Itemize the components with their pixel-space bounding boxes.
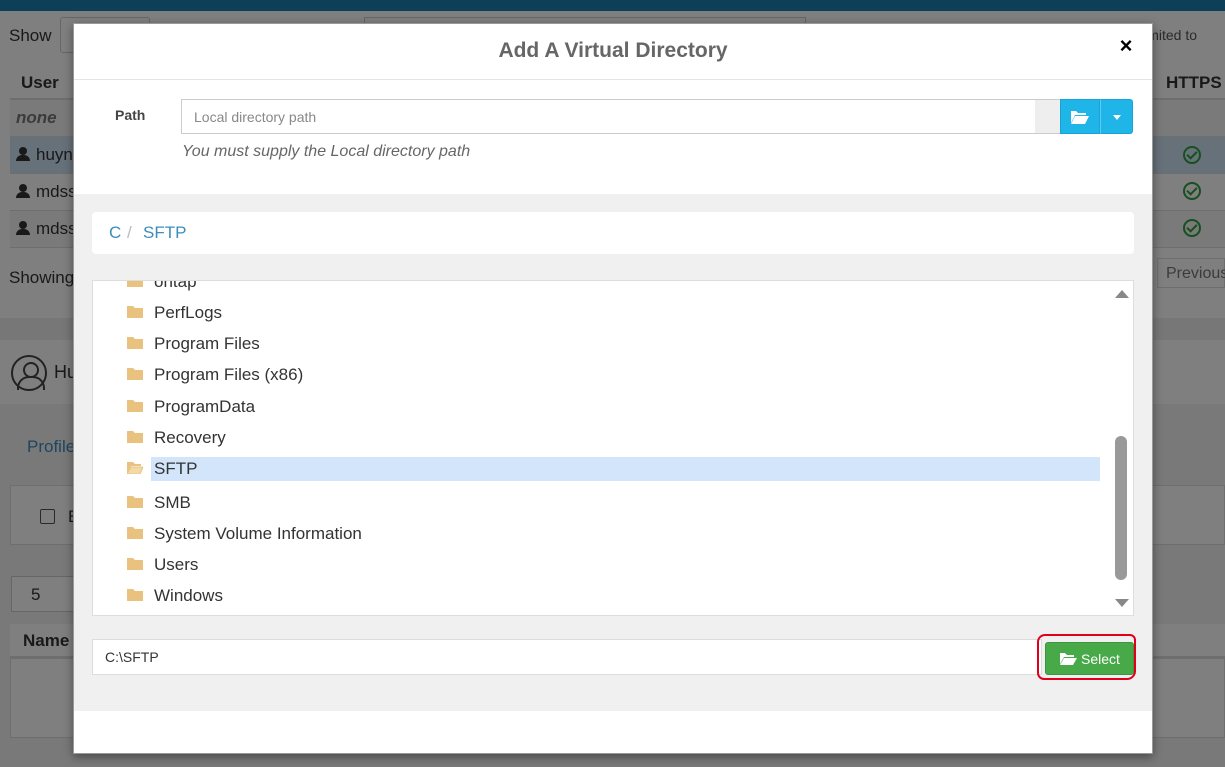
folder-icon: [127, 527, 143, 539]
folder-icon: [127, 281, 143, 287]
scroll-down-arrow-icon[interactable]: [1115, 599, 1129, 607]
close-button[interactable]: ×: [1114, 34, 1138, 58]
browse-folder-button[interactable]: [1060, 99, 1100, 134]
scroll-up-arrow-icon[interactable]: [1115, 290, 1129, 298]
selected-path-field[interactable]: [92, 639, 1042, 675]
path-label: Path: [115, 107, 146, 123]
path-input-addon: [1035, 99, 1061, 134]
directory-browser: C / SFTP ontap PerfLogs Program Files Pr…: [74, 194, 1152, 711]
modal-title: Add A Virtual Directory: [498, 39, 728, 62]
breadcrumb: C / SFTP: [92, 212, 1134, 254]
modal-header: Add A Virtual Directory ×: [74, 24, 1152, 80]
folder-open-icon: [127, 462, 143, 474]
browse-options-dropdown[interactable]: [1100, 99, 1133, 134]
folder-icon: [127, 431, 143, 443]
folder-icon: [127, 306, 143, 318]
breadcrumb-item-sftp[interactable]: SFTP: [143, 223, 186, 243]
scrollbar-thumb[interactable]: [1115, 436, 1127, 580]
folder-icon: [127, 589, 143, 601]
folder-icon: [127, 400, 143, 412]
folder-icon: [127, 558, 143, 570]
breadcrumb-separator: /: [127, 223, 132, 242]
select-button-label: Select: [1081, 651, 1120, 667]
folder-tree[interactable]: ontap PerfLogs Program Files Program Fil…: [92, 280, 1134, 616]
path-help-text: You must supply the Local directory path: [182, 143, 471, 160]
add-virtual-directory-modal: Add A Virtual Directory × Path You must …: [73, 23, 1153, 754]
select-button[interactable]: Select: [1045, 642, 1134, 675]
folder-icon: [127, 368, 143, 380]
caret-down-icon: [1113, 115, 1121, 120]
folder-open-icon: [1060, 653, 1077, 665]
folder-icon: [127, 496, 143, 508]
breadcrumb-item-c[interactable]: C: [109, 223, 121, 243]
path-input[interactable]: [181, 99, 1036, 134]
selection-highlight: [151, 457, 1100, 481]
folder-open-icon: [1071, 111, 1089, 124]
folder-icon: [127, 337, 143, 349]
